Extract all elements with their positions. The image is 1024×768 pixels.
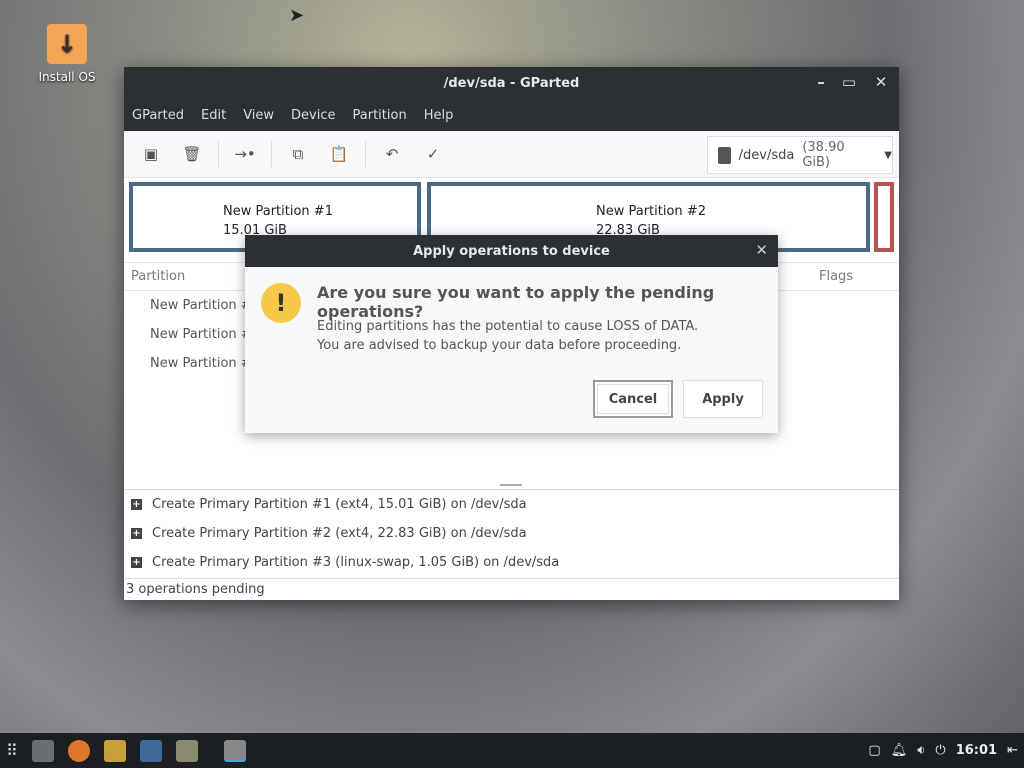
clock[interactable]: 16:01 <box>956 743 997 758</box>
taskbar: ⠿ ▢ 🔔︎ 🔉︎ ⏻ 16:01 ⇤ <box>0 733 1024 768</box>
separator <box>218 141 219 167</box>
resize-move-icon[interactable]: →• <box>230 139 260 169</box>
column-partition[interactable]: Partition <box>131 269 185 284</box>
media-player-icon[interactable] <box>139 739 162 762</box>
operation-text: Create Primary Partition #2 (ext4, 22.83… <box>152 526 527 541</box>
partition-name: New Partition #2 <box>596 204 706 219</box>
menu-edit[interactable]: Edit <box>201 108 226 123</box>
device-name: /dev/sda <box>738 147 795 163</box>
chevron-down-icon: ▼ <box>884 149 892 161</box>
plus-icon: + <box>131 499 142 510</box>
menu-partition[interactable]: Partition <box>353 108 407 123</box>
text-editor-icon[interactable] <box>103 739 126 762</box>
toolbar: ▣ 🗑 →• ⧉ 📋 ↶ ✓ /dev/sda (38.90 GiB) ▼ <box>124 131 899 178</box>
plus-icon: + <box>131 528 142 539</box>
operation-text: Create Primary Partition #1 (ext4, 15.01… <box>152 497 527 512</box>
partition-block-swap[interactable] <box>874 182 894 252</box>
table-row[interactable]: New Partition # <box>150 298 252 313</box>
file-manager-icon[interactable] <box>31 739 54 762</box>
apply-check-icon[interactable]: ✓ <box>418 139 448 169</box>
install-os-desktop-icon[interactable]: ↓ Install OS <box>34 24 100 84</box>
operations-list: + Create Primary Partition #1 (ext4, 15.0… <box>124 489 899 577</box>
menu-device[interactable]: Device <box>291 108 335 123</box>
dialog-title-bar: Apply operations to device ✕ <box>245 235 778 267</box>
mouse-cursor-icon: ➤ <box>289 5 305 26</box>
new-partition-icon[interactable]: ▣ <box>136 139 166 169</box>
menu-help[interactable]: Help <box>424 108 454 123</box>
window-title: /dev/sda - GParted <box>443 75 580 91</box>
message-line: You are advised to backup your data befo… <box>317 338 682 353</box>
message-line: Editing partitions has the potential to … <box>317 319 699 334</box>
status-bar: 3 operations pending <box>124 578 899 600</box>
menu-gparted[interactable]: GParted <box>132 108 184 123</box>
system-tray: ▢ 🔔︎ 🔉︎ ⏻ 16:01 ⇤ <box>868 733 1018 768</box>
partition-name: New Partition #1 <box>223 204 333 219</box>
plus-icon: + <box>131 557 142 568</box>
apply-dialog: Apply operations to device ✕ ! Are you s… <box>245 235 778 433</box>
dialog-message: Editing partitions has the potential to … <box>317 317 698 355</box>
warning-icon: ! <box>261 283 301 323</box>
cancel-button[interactable]: Cancel <box>593 380 673 418</box>
close-button[interactable]: ✕ <box>871 73 891 91</box>
menu-bar: GParted Edit View Device Partition Help <box>124 99 899 131</box>
minimize-button[interactable]: – <box>811 73 831 91</box>
dialog-question: Are you sure you want to apply the pendi… <box>317 283 715 321</box>
device-size: (38.90 GiB) <box>802 140 845 170</box>
paste-icon[interactable]: 📋 <box>324 139 354 169</box>
display-icon[interactable]: ▢ <box>868 743 880 758</box>
table-row[interactable]: New Partition # <box>150 327 252 342</box>
audio-player-icon[interactable] <box>175 739 198 762</box>
list-item[interactable]: + Create Primary Partition #3 (linux-swap… <box>124 548 899 577</box>
disk-icon <box>718 146 731 164</box>
copy-icon[interactable]: ⧉ <box>283 139 313 169</box>
title-bar: /dev/sda - GParted – ▭ ✕ <box>124 67 899 99</box>
download-arrow-icon: ↓ <box>47 24 87 64</box>
device-selector[interactable]: /dev/sda (38.90 GiB) ▼ <box>707 136 893 174</box>
list-item[interactable]: + Create Primary Partition #2 (ext4, 22.8… <box>124 519 899 548</box>
list-item[interactable]: + Create Primary Partition #1 (ext4, 15.0… <box>124 490 899 519</box>
table-row[interactable]: New Partition # <box>150 356 252 371</box>
maximize-button[interactable]: ▭ <box>839 73 859 91</box>
app-menu-grid-icon[interactable]: ⠿ <box>6 741 18 760</box>
notification-bell-icon[interactable]: 🔔︎ <box>891 743 908 758</box>
logout-icon[interactable]: ⇤ <box>1007 743 1018 758</box>
operation-text: Create Primary Partition #3 (linux-swap,… <box>152 555 560 570</box>
dialog-title: Apply operations to device <box>413 243 610 259</box>
column-flags[interactable]: Flags <box>819 269 853 284</box>
separator <box>365 141 366 167</box>
menu-view[interactable]: View <box>243 108 274 123</box>
install-os-label: Install OS <box>38 70 96 84</box>
power-icon[interactable]: ⏻ <box>935 743 945 758</box>
dialog-close-button[interactable]: ✕ <box>755 241 768 259</box>
delete-icon[interactable]: 🗑 <box>177 139 207 169</box>
separator <box>271 141 272 167</box>
volume-icon[interactable]: 🔉︎ <box>917 743 925 758</box>
firefox-icon[interactable] <box>67 739 90 762</box>
apply-button[interactable]: Apply <box>683 380 763 418</box>
gparted-task-icon[interactable] <box>223 739 246 762</box>
undo-icon[interactable]: ↶ <box>377 139 407 169</box>
pane-splitter-handle[interactable] <box>500 484 522 486</box>
